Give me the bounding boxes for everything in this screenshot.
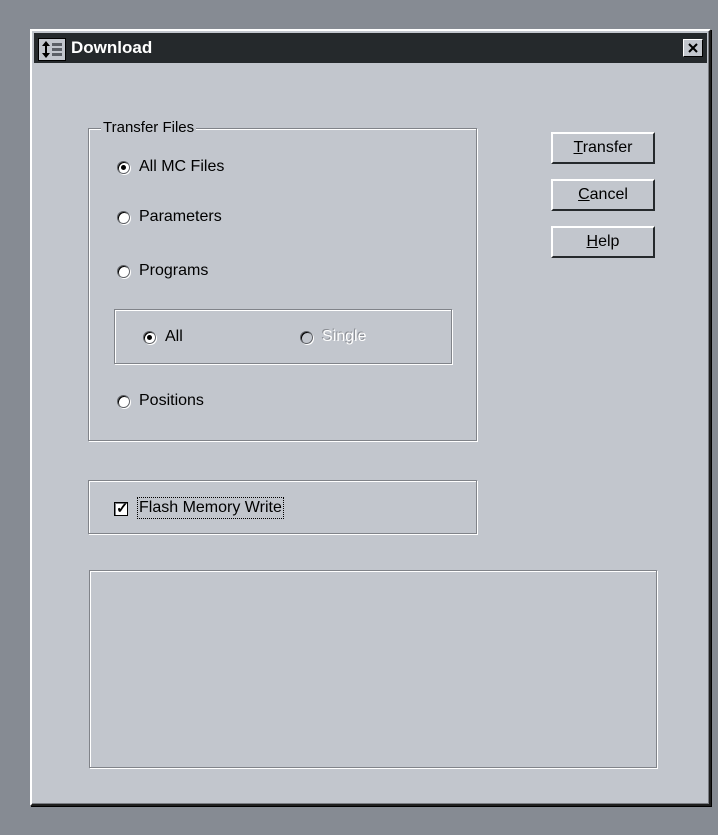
radio-label: Programs — [139, 262, 209, 279]
radio-programs[interactable]: Programs — [117, 261, 208, 281]
download-dialog: Download Transfer Files All MC Files Par… — [30, 29, 711, 806]
cancel-mnemonic: C — [578, 186, 590, 203]
radio-button[interactable] — [117, 160, 130, 174]
transfer-mnemonic: T — [573, 139, 583, 156]
programs-subgroup: All Single — [114, 309, 452, 364]
checkmark-icon: ✓ — [116, 500, 129, 517]
radio-label: All MC Files — [139, 158, 225, 175]
transfer-files-label: Transfer Files — [101, 119, 197, 136]
help-button[interactable]: Help — [551, 226, 655, 258]
radio-button[interactable] — [117, 394, 130, 408]
flash-memory-group: ✓ Flash Memory Write — [88, 480, 477, 534]
help-mnemonic: H — [586, 233, 599, 250]
help-label: elp — [598, 233, 620, 250]
transfer-files-group: Transfer Files All MC Files Parameters P… — [88, 119, 477, 441]
radio-programs-single: Single — [300, 327, 366, 347]
cancel-button[interactable]: Cancel — [551, 179, 655, 211]
radio-positions[interactable]: Positions — [117, 391, 204, 411]
cancel-label: ancel — [589, 186, 628, 203]
flash-memory-checkbox[interactable]: ✓ — [114, 500, 129, 517]
radio-button — [300, 330, 313, 344]
radio-parameters[interactable]: Parameters — [117, 207, 222, 227]
radio-all-mc-files[interactable]: All MC Files — [117, 157, 224, 177]
window-title: Download — [71, 38, 153, 57]
radio-label: Parameters — [139, 208, 222, 225]
transfer-label: ransfer — [582, 139, 633, 156]
radio-button[interactable] — [117, 210, 130, 224]
flash-memory-label[interactable]: Flash Memory Write — [137, 497, 284, 519]
status-panel — [89, 570, 657, 768]
close-button[interactable] — [683, 39, 703, 57]
up-down-arrows-icon — [38, 38, 66, 61]
radio-label: Single — [322, 328, 367, 345]
radio-button[interactable] — [117, 264, 130, 278]
radio-label: All — [165, 328, 183, 345]
radio-label: Positions — [139, 392, 204, 409]
transfer-button[interactable]: Transfer — [551, 132, 655, 164]
title-bar[interactable]: Download — [34, 33, 707, 63]
close-icon — [688, 43, 698, 53]
radio-programs-all[interactable]: All — [143, 327, 183, 347]
radio-button[interactable] — [143, 330, 156, 344]
